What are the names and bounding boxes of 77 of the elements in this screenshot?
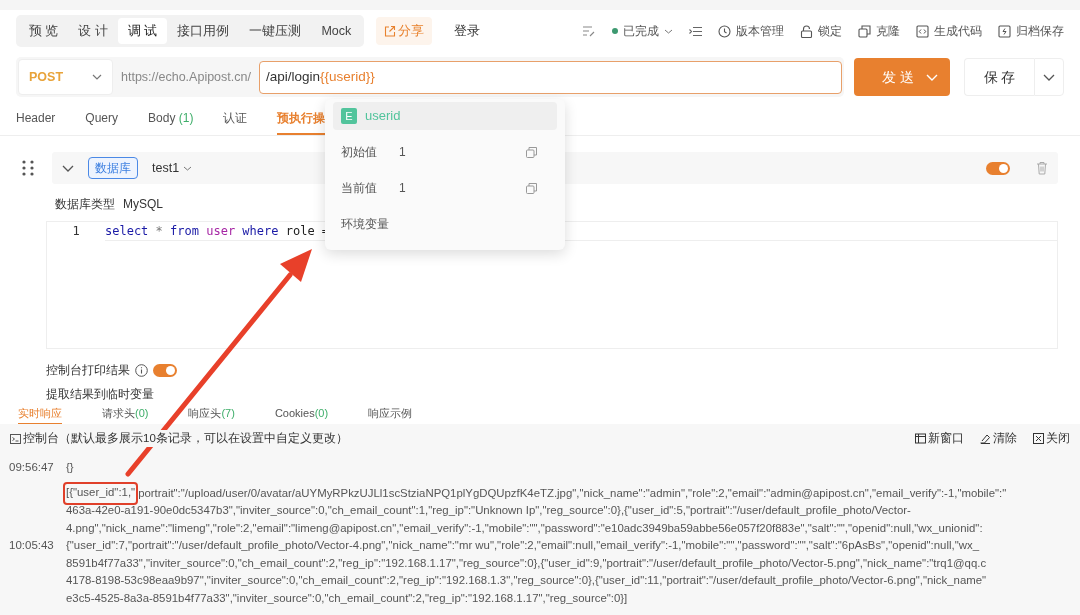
console-action[interactable]: 清除 <box>980 430 1017 448</box>
highlighted-text: [{"user_id":1," <box>63 481 139 506</box>
log-line: 8591b4f77a33","inviter_source":0,"ch_email_count":2,"reg_ip":"192.168.1.17","reg_source":0},{"user_id":9,"portrait":"/user/default_profile_photo/Vector-5.png","nick_name":"trq1@qq.c <box>66 555 988 571</box>
connection-select[interactable]: test1 <box>152 158 193 178</box>
response-tab[interactable]: Cookies(0) <box>274 405 329 425</box>
console-print-toggle[interactable] <box>153 363 177 377</box>
console-action[interactable]: 关闭 <box>1033 430 1070 448</box>
lock-icon <box>800 24 813 38</box>
request-tab[interactable]: Header <box>16 109 56 135</box>
console-action[interactable]: 新窗口 <box>915 430 964 448</box>
url-field[interactable]: /api/login{{userid}} <box>258 60 842 94</box>
log-time: 10:05:43 <box>9 538 55 554</box>
code-icon <box>916 24 929 38</box>
save-menu-button[interactable] <box>1034 58 1064 96</box>
log-line: {} <box>66 460 74 476</box>
info-icon <box>135 363 148 377</box>
type-badge: 数据库 <box>88 157 138 179</box>
mode-tab[interactable]: Mock <box>311 17 362 45</box>
toolbar-action[interactable]: 版本管理 <box>718 22 784 40</box>
log-line: portrait":"/upload/user/0/avatar/aUYMyRPkzUJLl1scStziaNPQ1plYgDQUpzfK4eTZ.jpg","nick_name":"admin","role":2,"email":"admin@apipost.cn","email_verify":-1,"mobile":" <box>138 485 1007 501</box>
toolbar-action[interactable]: 锁定 <box>800 22 842 40</box>
value-label: 当前值 <box>341 180 377 197</box>
log-line: 463a-42e0-a191-90e0dc5347b3","inviter_source":0,"ch_email_count":1,"reg_ip":"Unknown Ip","reg_source":0},{"user_id":5,"portrait":"/user/default_profile_photo/Vector- <box>66 503 912 519</box>
toolbar-action[interactable]: 克隆 <box>858 22 900 40</box>
enable-toggle[interactable] <box>986 161 1010 175</box>
log-time: 09:56:47 <box>9 460 55 476</box>
mode-tab[interactable]: 预 览 <box>19 17 69 45</box>
mode-tab[interactable]: 一键压测 <box>239 17 312 45</box>
outline-icon[interactable] <box>689 25 702 37</box>
toolbar-action[interactable]: 生成代码 <box>916 22 982 40</box>
api-name-field[interactable]: 登录 <box>454 21 570 41</box>
base-url: https://echo.Apipost.cn/ <box>121 68 251 86</box>
mode-tab[interactable]: 调 试 <box>117 17 168 45</box>
response-tab[interactable]: 响应头(7) <box>188 405 235 425</box>
save-button[interactable]: 保 存 <box>964 58 1034 96</box>
clock-icon <box>718 24 731 38</box>
response-tab[interactable]: 请求头(0) <box>102 405 149 425</box>
caret-icon <box>183 165 193 171</box>
response-tab[interactable]: 响应示例 <box>368 405 413 425</box>
log-line: {"user_id":7,"portrait":"/user/default_profile_photo/Vector-4.png","nick_name":"mr wu","role":2,"email":null,"email_verify":-1,"mobile":"","password":"","salt":"6pAsBs","openid":null,"wx_ <box>66 538 980 554</box>
request-tab[interactable]: Query <box>85 109 119 135</box>
db-type-label: 数据库类型 <box>55 196 115 213</box>
copy-icon[interactable] <box>526 182 537 194</box>
toolbar-action[interactable]: 归档保存 <box>998 22 1064 40</box>
terminal-icon <box>10 433 21 444</box>
value-text: 1 <box>399 180 406 197</box>
caret-icon <box>664 28 673 34</box>
trash-icon[interactable] <box>1036 161 1048 175</box>
request-tab[interactable]: Body (1) <box>148 109 194 135</box>
mode-tab[interactable]: 接口用例 <box>167 17 240 45</box>
copy-icon[interactable] <box>526 146 537 158</box>
window-icon <box>915 433 926 445</box>
archive-icon <box>998 24 1011 38</box>
scope-badge: E <box>341 108 357 124</box>
extract-label: 提取结果到临时变量 <box>46 386 155 403</box>
line-number: 1 <box>71 223 81 240</box>
log-line: 4178-8198-53c98eaa9b97","inviter_source":0,"ch_email_count":2,"reg_ip":"192.168.1.3","reg_source":0},{"user_id":11,"portrait":"/user/default_profile_photo/Vector-6.png","nick_name" <box>66 573 988 589</box>
value-label: 初始值 <box>341 144 377 161</box>
eraser-icon <box>980 433 991 445</box>
request-tab[interactable]: 认证 <box>223 109 248 135</box>
mode-tab[interactable]: 设 计 <box>68 17 118 45</box>
chevron-icon[interactable] <box>62 164 74 172</box>
drag-handle-icon[interactable] <box>22 160 34 176</box>
variable-name: userid <box>365 107 401 126</box>
caret-icon <box>926 73 938 81</box>
format-icon[interactable] <box>582 25 596 37</box>
console-print-label: 控制台打印结果 <box>46 362 130 379</box>
db-type-value: MySQL <box>123 196 163 213</box>
log-line: e3c5-4525-8a3a-8591b4f77a33","inviter_source":0,"ch_email_count":2,"reg_ip":"192.168.1.17","reg_source":0}] <box>66 590 629 606</box>
share-icon <box>384 25 397 37</box>
status-select[interactable]: 已完成 <box>612 22 673 40</box>
value-text: 1 <box>399 144 406 161</box>
caret-icon <box>1043 73 1055 81</box>
copy-icon <box>858 24 871 38</box>
close-icon <box>1033 433 1044 445</box>
caret-icon <box>92 74 102 80</box>
log-line: 4.png","nick_name":"limeng","role":2,"email":"limeng@apipost.cn","email_verify":-1,"mobile":"","password":"e10adc3949ba59abbe56e057f20f883e","salt":"","openid":null,"wx_unionid": <box>66 520 984 536</box>
